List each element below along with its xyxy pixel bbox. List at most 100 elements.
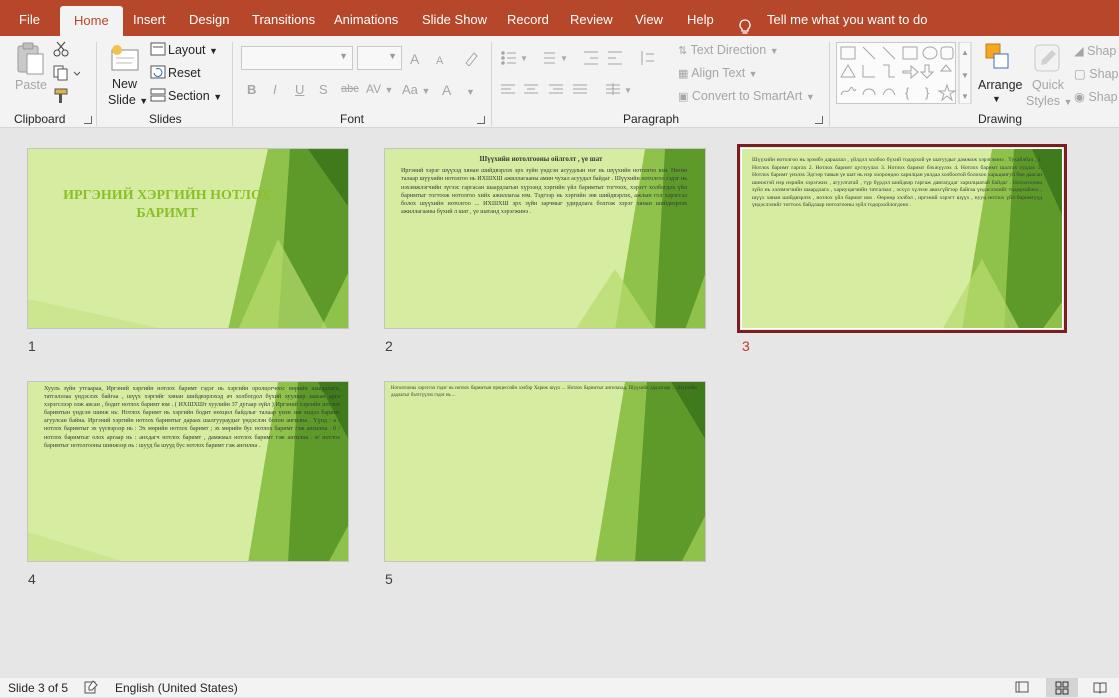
shape-effects-button[interactable]: ◉ Shap (1074, 89, 1118, 104)
paragraph-launcher-icon[interactable] (815, 116, 823, 124)
slide-2-title: Шүүхийн нотолгооны ойлголт , үе шат (479, 155, 603, 163)
tab-animations[interactable]: Animations (334, 0, 398, 36)
tab-design[interactable]: Design (189, 0, 229, 36)
paragraph-group-label: Paragraph (623, 112, 680, 126)
tab-review[interactable]: Review (570, 0, 613, 36)
slide-thumbnail-4[interactable]: Хуулъ зүйн утгаараа, Иргэний хэргийн нот… (27, 381, 349, 562)
bold-button[interactable]: B (247, 82, 256, 97)
layout-button[interactable]: Layout ▼ (168, 43, 218, 57)
font-launcher-icon[interactable] (477, 116, 485, 124)
slide-sorter-view-button[interactable] (1046, 678, 1078, 697)
slide-number-5: 5 (385, 571, 393, 587)
language-indicator[interactable]: English (United States) (115, 681, 238, 695)
convert-smartart-button[interactable]: ▣ Convert to SmartArt ▼ (678, 89, 815, 103)
tab-transitions[interactable]: Transitions (252, 0, 315, 36)
align-text-button[interactable]: ▦ Align Text ▼ (678, 66, 758, 80)
gallery-scroll-icon[interactable]: ▲ ▼ ▼ (958, 41, 972, 105)
paste-icon[interactable] (14, 42, 46, 78)
clear-formatting-icon[interactable] (463, 50, 479, 67)
strikethrough-button[interactable]: abc (341, 83, 359, 95)
font-name-input[interactable]: ▼ (241, 46, 353, 70)
increase-font-icon[interactable]: A (410, 50, 430, 67)
tab-home[interactable]: Home (60, 6, 123, 36)
new-slide-icon[interactable] (108, 42, 142, 76)
normal-view-icon[interactable] (1015, 680, 1029, 694)
clipboard-group-label: Clipboard (14, 112, 66, 126)
underline-button[interactable]: U (295, 82, 304, 97)
slide-sorter-icon (1055, 681, 1069, 695)
shape-fill-button[interactable]: ◢ Shap (1074, 43, 1116, 58)
svg-text:A: A (442, 82, 452, 98)
quick-styles-icon[interactable] (1032, 42, 1062, 74)
ribbon-tab-bar: File Home Insert Design Transitions Anim… (0, 0, 1119, 36)
svg-text:}: } (925, 85, 930, 100)
tab-record[interactable]: Record (507, 0, 549, 36)
slide-background-1 (28, 149, 348, 328)
slide-counter: Slide 3 of 5 (8, 681, 69, 695)
status-bar: Slide 3 of 5 English (United States) (0, 678, 1119, 697)
cut-icon[interactable] (52, 41, 70, 57)
section-button[interactable]: Section ▼ (168, 89, 222, 103)
font-group-label: Font (340, 112, 365, 126)
font-color-icon[interactable]: A ▼ (442, 80, 478, 100)
svg-text:▲: ▲ (961, 48, 969, 57)
tab-view[interactable]: View (635, 0, 663, 36)
format-painter-icon[interactable] (52, 88, 70, 104)
alignment-icons[interactable]: ▼ (500, 82, 665, 98)
slide-number-1: 1 (28, 338, 36, 354)
font-size-input[interactable]: ▼ (357, 46, 402, 70)
new-slide-label-2[interactable]: Slide ▼ (108, 93, 148, 107)
arrange-icon[interactable] (984, 42, 1014, 74)
paste-button[interactable]: Paste (15, 78, 47, 92)
slide-thumbnail-5[interactable]: Нотолгооны хэрэгсэл гэдэг нь нотлох бари… (384, 381, 706, 562)
tab-file[interactable]: File (19, 0, 40, 36)
slide-number-2: 2 (385, 338, 393, 354)
svg-text:A: A (410, 51, 420, 66)
decrease-font-icon[interactable]: A (436, 50, 456, 67)
clipboard-launcher-icon[interactable] (84, 116, 92, 124)
reading-view-icon[interactable] (1093, 680, 1107, 694)
notes-icon[interactable] (84, 680, 98, 694)
section-icon (150, 88, 166, 102)
quick-styles-label-1[interactable]: Quick (1032, 78, 1064, 92)
svg-text:▼: ▼ (961, 71, 969, 80)
svg-text:▼: ▼ (520, 54, 528, 63)
tab-insert[interactable]: Insert (133, 0, 166, 36)
tell-me-text: Tell me what you want to do (767, 12, 928, 27)
tab-help[interactable]: Help (687, 0, 714, 36)
svg-text:▼: ▼ (961, 92, 969, 101)
italic-button[interactable]: I (273, 82, 277, 97)
slide-number-3: 3 (742, 338, 750, 354)
slide-thumbnail-1[interactable]: ИРГЭНИЙ ХЭРГИЙН НОТЛОХ БАРИМТ (27, 148, 349, 329)
arrange-chevron-down-icon[interactable]: ▼ (992, 94, 1001, 104)
arrange-button[interactable]: Arrange (978, 78, 1022, 92)
reset-icon (150, 65, 166, 79)
drawing-group-label: Drawing (978, 112, 1023, 126)
slides-group-label: Slides (149, 112, 182, 126)
slide-thumbnail-2[interactable]: Шүүхийн нотолгооны ойлголт , үе шат Иргэ… (384, 148, 706, 329)
slide-1-title: ИРГЭНИЙ ХЭРГИЙН НОТЛОХ БАРИМТ (63, 188, 271, 221)
slide-3-body: Шүүхийн нотолгоо нь эрэмбэ дараалал , үй… (752, 157, 1042, 208)
layout-icon (150, 42, 166, 56)
copy-icon[interactable] (52, 65, 81, 81)
slide-thumbnail-3[interactable]: Шүүхийн нотолгоо нь эрэмбэ дараалал , үй… (737, 144, 1067, 333)
shadow-button[interactable]: S (319, 82, 328, 97)
shape-outline-button[interactable]: ▢ Shap (1074, 66, 1119, 81)
list-indent-icons[interactable]: ▼ ▼ (500, 49, 665, 67)
svg-text:▼: ▼ (466, 87, 475, 97)
new-slide-label-1[interactable]: New (112, 77, 137, 91)
tab-slide-show[interactable]: Slide Show (422, 0, 487, 36)
slide-4-body: Хуулъ зүйн утгаараа, Иргэний хэргийн нот… (44, 386, 340, 449)
slide-number-4: 4 (28, 571, 36, 587)
text-direction-button[interactable]: ⇅ Text Direction ▼ (678, 43, 779, 57)
shapes-gallery[interactable]: {} (836, 42, 957, 104)
reset-button[interactable]: Reset (168, 66, 201, 80)
character-spacing-button[interactable]: AV ▼ (366, 82, 393, 96)
svg-text:A: A (436, 55, 444, 66)
slide-sorter-view: ИРГЭНИЙ ХЭРГИЙН НОТЛОХ БАРИМТ 1 Шүүхийн … (0, 128, 1119, 678)
slide-background-5 (385, 382, 705, 561)
quick-styles-label-2[interactable]: Styles ▼ (1026, 94, 1072, 108)
change-case-button[interactable]: Aa ▼ (402, 82, 430, 97)
svg-text:▼: ▼ (560, 54, 568, 63)
ribbon-home: Paste Clipboard New Slide ▼ Layout ▼ Res… (0, 36, 1119, 128)
